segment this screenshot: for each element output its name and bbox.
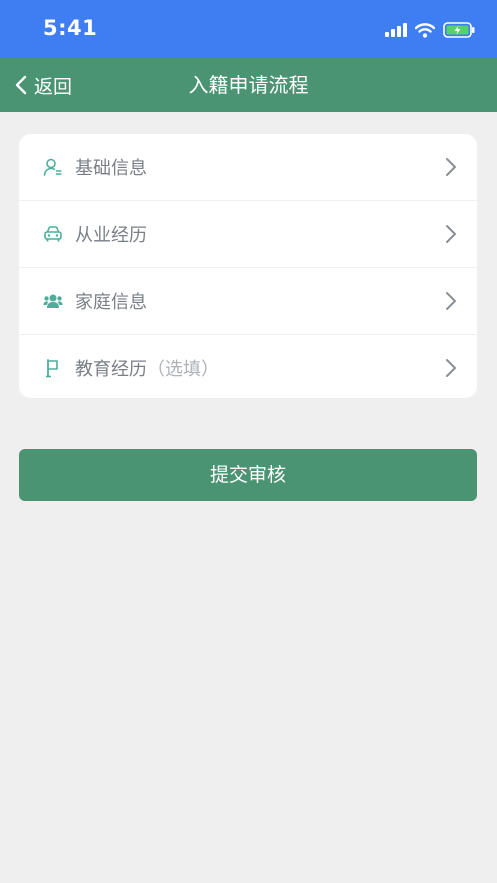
wifi-icon xyxy=(415,22,435,38)
list-item-label: 家庭信息 xyxy=(75,292,147,313)
person-list-icon xyxy=(43,157,63,177)
status-icons xyxy=(385,18,475,42)
list-item-label: 从业经历 xyxy=(75,225,147,246)
family-icon xyxy=(43,291,63,311)
chevron-right-icon xyxy=(446,158,456,176)
list-item-work-experience[interactable]: 从业经历 xyxy=(19,201,477,268)
back-label: 返回 xyxy=(34,75,73,98)
signal-icon xyxy=(385,23,407,37)
chevron-left-icon xyxy=(15,75,27,95)
flag-icon xyxy=(43,358,63,378)
back-button[interactable]: 返回 xyxy=(14,58,72,112)
application-steps-list: 基础信息 从业经历 家庭信息 教育经历（选填） xyxy=(19,134,477,398)
list-item-label: 基础信息 xyxy=(75,158,147,179)
list-item-basic-info[interactable]: 基础信息 xyxy=(19,134,477,201)
optional-hint: （选填） xyxy=(147,359,219,380)
status-bar: 5:41 xyxy=(0,0,497,58)
chevron-right-icon xyxy=(446,225,456,243)
car-icon xyxy=(43,224,63,244)
battery-icon xyxy=(443,22,475,38)
list-item-education[interactable]: 教育经历（选填） xyxy=(19,335,477,398)
page-title: 入籍申请流程 xyxy=(188,73,309,97)
nav-bar: 入籍申请流程 返回 xyxy=(0,58,497,112)
chevron-right-icon xyxy=(446,292,456,310)
chevron-right-icon xyxy=(446,359,456,377)
status-time: 5:41 xyxy=(43,16,98,40)
submit-review-button[interactable]: 提交审核 xyxy=(19,449,477,501)
list-item-label: 教育经历（选填） xyxy=(75,359,219,380)
list-item-family-info[interactable]: 家庭信息 xyxy=(19,268,477,335)
